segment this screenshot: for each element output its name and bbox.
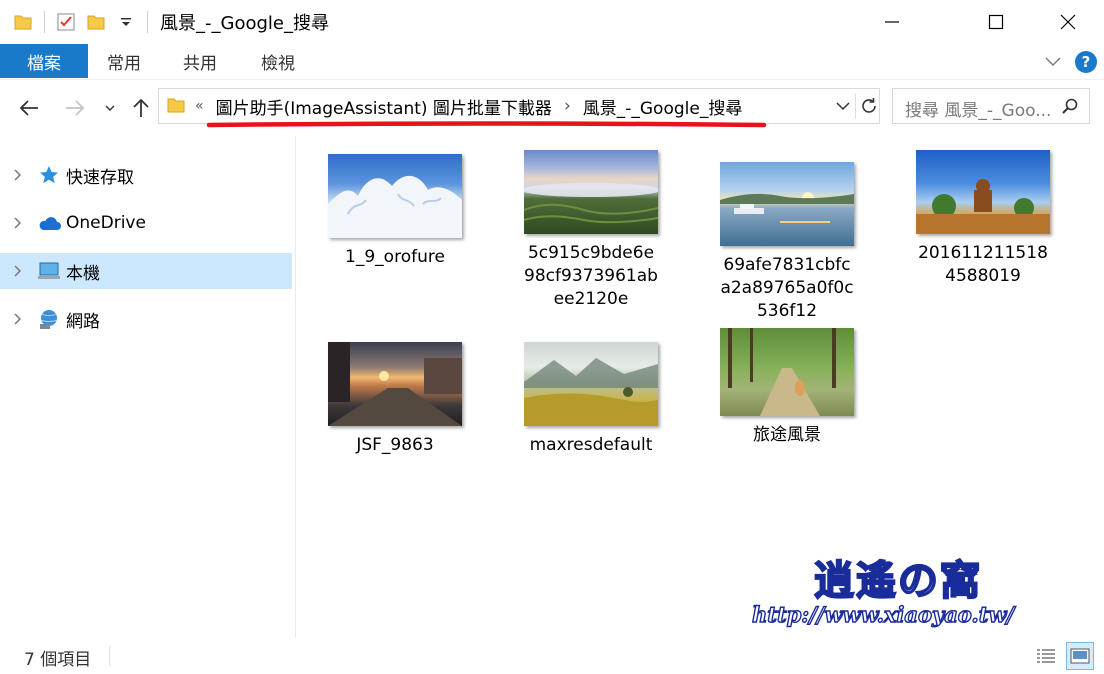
title-bar: 風景_-_Google_搜尋 (0, 0, 1104, 44)
watermark-url: http://www.xiaoyao.tw/ (751, 601, 1015, 627)
chevron-right-icon[interactable] (0, 312, 36, 326)
annotation-underline (206, 121, 767, 128)
file-item[interactable]: 69afe7831cbfca2a89765a0f0c536f12 (697, 162, 877, 323)
cloud-icon (36, 210, 62, 236)
minimize-button[interactable] (858, 0, 926, 44)
expand-ribbon-button[interactable] (1044, 54, 1062, 70)
file-item[interactable]: maxresdefault (501, 342, 681, 457)
new-folder-icon[interactable] (85, 11, 107, 33)
toolbar-divider (147, 11, 148, 33)
thumbnail-buddha-statue-blue-sky (916, 150, 1050, 234)
customize-dropdown-icon[interactable] (115, 11, 137, 33)
watermark-logo: 逍遙の窩 (813, 556, 982, 605)
sidebar-item-label: 網路 (66, 311, 100, 332)
recent-locations-button[interactable] (100, 94, 120, 122)
ribbon: 檔案 常用 共用 檢視 ? (0, 44, 1104, 80)
window-title: 風景_-_Google_搜尋 (160, 13, 329, 34)
arrow-left-icon (19, 100, 38, 116)
chevron-down-icon (1045, 57, 1061, 66)
file-item[interactable]: 5c915c9bde6e98cf9373961abee2120e (501, 150, 681, 311)
tab-share[interactable]: 共用 (164, 44, 236, 78)
close-icon (1060, 14, 1076, 30)
tab-view[interactable]: 檢視 (240, 44, 316, 78)
maximize-button[interactable] (962, 0, 1030, 44)
chevron-right-icon[interactable] (0, 168, 36, 182)
file-name: 2016112115184588019 (918, 243, 1048, 286)
folder-icon[interactable] (12, 11, 34, 33)
file-item[interactable]: JSF_9863 (305, 342, 485, 457)
quick-access-toolbar: 風景_-_Google_搜尋 (0, 0, 329, 44)
large-icons-view-button[interactable] (1066, 642, 1094, 670)
search-icon[interactable] (1061, 97, 1079, 119)
search-box[interactable]: 搜尋 風景_-_Goo... (892, 88, 1090, 124)
file-name: 旅途風景 (753, 425, 821, 445)
file-item[interactable]: 1_9_orofure (305, 154, 485, 269)
thumbnail-snowy-trees (328, 154, 462, 238)
sidebar-item-quick-access[interactable]: 快速存取 (0, 157, 292, 193)
sidebar-item-this-pc[interactable]: 本機 (0, 253, 292, 289)
breadcrumb-separator[interactable]: › (564, 96, 571, 116)
sidebar-item-onedrive[interactable]: OneDrive (0, 205, 292, 241)
watermark: 逍遙の窩 http://www.xiaoyao.tw/ (740, 548, 1040, 638)
maximize-icon (988, 14, 1004, 30)
file-name: 69afe7831cbfca2a89765a0f0c536f12 (720, 255, 854, 321)
breadcrumb-item-current[interactable]: 風景_-_Google_搜尋 (583, 94, 743, 119)
arrow-up-icon (133, 98, 149, 117)
status-bar: 7 個項目 (0, 638, 1104, 674)
status-divider (109, 646, 110, 666)
search-input[interactable]: 搜尋 風景_-_Goo... (905, 96, 1057, 121)
file-item[interactable]: 旅途風景 (697, 328, 877, 447)
breadcrumb-item-image-assistant[interactable]: 圖片助手(ImageAssistant) 圖片批量下載器 (216, 94, 552, 119)
refresh-button[interactable] (859, 96, 879, 120)
file-name: maxresdefault (529, 435, 653, 455)
large-icons-view-icon (1070, 648, 1090, 664)
tab-file[interactable]: 檔案 (0, 44, 88, 78)
tab-home[interactable]: 常用 (88, 44, 160, 78)
back-button[interactable] (14, 94, 44, 122)
thumbnail-forest-path-cat (720, 328, 854, 416)
file-name: 5c915c9bde6e98cf9373961abee2120e (524, 243, 658, 309)
details-view-button[interactable] (1034, 644, 1058, 668)
item-count: 7 個項目 (24, 650, 92, 670)
sidebar-item-label: OneDrive (66, 213, 146, 233)
chevron-down-icon (836, 102, 850, 111)
help-button[interactable]: ? (1075, 51, 1097, 73)
address-history-button[interactable] (835, 98, 851, 117)
arrow-right-icon (66, 100, 85, 116)
up-button[interactable] (128, 94, 154, 122)
address-divider (855, 93, 856, 119)
thumbnail-canal-sunset (328, 342, 462, 426)
forward-button[interactable] (60, 94, 90, 122)
file-name: 1_9_orofure (345, 247, 445, 267)
minimize-icon (885, 21, 899, 23)
sidebar-item-network[interactable]: 網路 (0, 301, 292, 337)
thumbnail-lake-sunset-boats (720, 162, 854, 246)
overflow-crumb-button[interactable]: « (195, 98, 204, 114)
file-name: JSF_9863 (356, 435, 434, 455)
details-view-icon (1037, 649, 1055, 663)
chevron-right-icon[interactable] (0, 264, 36, 278)
sidebar-item-label: 本機 (66, 263, 100, 284)
properties-icon[interactable] (55, 11, 77, 33)
network-icon (36, 306, 62, 332)
navigation-pane: 快速存取 OneDrive 本機 網路 (0, 136, 296, 638)
thumbnail-tea-field-sea-of-clouds (524, 150, 658, 234)
file-item[interactable]: 2016112115184588019 (893, 150, 1073, 288)
thumbnail-misty-mountains (524, 342, 658, 426)
chevron-down-icon (105, 105, 115, 111)
computer-icon (36, 258, 62, 284)
close-button[interactable] (1034, 0, 1102, 44)
sidebar-item-label: 快速存取 (66, 167, 134, 188)
star-icon (36, 162, 62, 188)
refresh-icon (862, 98, 876, 113)
chevron-right-icon[interactable] (0, 216, 36, 230)
toolbar-divider (44, 11, 45, 33)
folder-icon (167, 96, 185, 118)
help-icon: ? (1081, 53, 1091, 71)
